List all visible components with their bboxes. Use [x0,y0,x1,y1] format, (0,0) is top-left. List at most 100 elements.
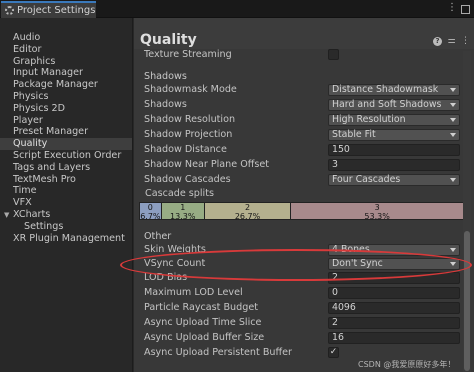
shadow-near-plane-offset-field[interactable]: 3 [328,159,460,171]
cascade-segment-percent: 53.3% [364,211,390,221]
particle-raycast-budget-row: Particle Raycast Budget 4096 [134,301,474,315]
sidebar-item-input-manager[interactable]: Input Manager [0,67,132,79]
async-upload-persistent-buffer-label: Async Upload Persistent Buffer [144,347,292,358]
more-options-icon[interactable]: ⋮ [461,37,470,46]
shadow-distance-field[interactable]: 150 [328,144,460,156]
chevron-down-icon[interactable]: ▼ [4,210,13,222]
sidebar-item-physics[interactable]: Physics [0,91,132,103]
shadows-label: Shadows [144,99,187,110]
texture-streaming-checkbox[interactable] [328,49,339,60]
particle-raycast-budget-field[interactable]: 4096 [328,302,460,314]
other-section: Other [134,230,474,244]
shadowmask-mode-row: Shadowmask Mode Distance Shadowmask [134,83,474,97]
shadow-resolution-dropdown[interactable]: High Resolution [328,114,460,126]
shadow-resolution-row: Shadow Resolution High Resolution [134,113,474,127]
async-upload-persistent-buffer-checkbox[interactable]: ✓ [328,347,339,358]
shadow-projection-label: Shadow Projection [144,129,233,140]
sidebar-item-label: Package Manager [13,79,98,91]
shadow-cascades-label: Shadow Cascades [144,174,231,185]
sidebar-item-xr-plugin-management[interactable]: XR Plugin Management [0,233,132,245]
shadow-projection-row: Shadow Projection Stable Fit [134,128,474,142]
cascade-segment-3[interactable]: 3 53.3% [291,203,464,221]
cascade-splits-bar[interactable]: 0 6.7% 1 13.3% 2 26.7% 3 53.3% [139,202,465,220]
project-settings-tab[interactable]: Project Settings [1,1,96,18]
tab-title: Project Settings [17,5,96,16]
sidebar-item-physics-2d[interactable]: Physics 2D [0,103,132,115]
window-menu-icon[interactable]: ⋮ [447,3,457,13]
maximum-lod-level-field[interactable]: 0 [328,287,460,299]
cascade-segment-0[interactable]: 0 6.7% [140,203,162,221]
sidebar-item-label: Tags and Layers [13,161,91,173]
dropdown-value: High Resolution [332,114,406,125]
scrollbar-thumb[interactable] [464,231,470,371]
dropdown-value: Four Cascades [332,174,401,185]
shadows-row: Shadows Hard and Soft Shadows [134,98,474,112]
async-upload-buffer-size-row: Async Upload Buffer Size 16 [134,331,474,345]
shadow-cascades-dropdown[interactable]: Four Cascades [328,174,460,186]
shadow-near-plane-offset-row: Shadow Near Plane Offset 3 [134,158,474,172]
sidebar-item-xcharts-settings[interactable]: Settings [0,221,132,233]
async-upload-time-slice-field[interactable]: 2 [328,317,460,329]
shadows-section: Shadows [134,70,474,84]
sidebar-item-preset-manager[interactable]: Preset Manager [0,126,132,138]
sidebar-item-label: Audio [13,32,41,43]
shadow-projection-dropdown[interactable]: Stable Fit [328,129,460,141]
cascade-splits-label: Cascade splits [145,188,214,199]
panel-header: Quality ? ⚌ ⋮ [134,18,474,49]
dropdown-value: Hard and Soft Shadows [332,99,442,110]
sidebar-item-label: Physics 2D [13,102,66,114]
shadowmask-mode-dropdown[interactable]: Distance Shadowmask [328,84,460,96]
shadow-distance-row: Shadow Distance 150 [134,143,474,157]
other-header: Other [144,231,172,242]
cascade-segment-2[interactable]: 2 26.7% [204,203,292,220]
gear-icon [5,6,14,15]
title-bar: Project Settings ⋮ [0,0,474,18]
sidebar-item-textmesh-pro[interactable]: TextMesh Pro [0,174,132,186]
shadows-dropdown[interactable]: Hard and Soft Shadows [328,99,460,111]
async-upload-time-slice-row: Async Upload Time Slice 2 [134,316,474,330]
cascade-segment-percent: 6.7% [140,211,161,221]
texture-streaming-label: Texture Streaming [144,49,232,60]
cascade-splits-row: Cascade splits [134,187,474,201]
sidebar-item-quality[interactable]: Quality [0,138,132,150]
cascade-segment-percent: 13.3% [170,211,196,221]
dropdown-arrow-icon [450,88,456,92]
sidebar-item-label: Input Manager [13,67,83,79]
sidebar-item-tags-and-layers[interactable]: Tags and Layers [0,162,132,174]
sidebar-item-player[interactable]: Player [0,115,132,127]
shadow-resolution-label: Shadow Resolution [144,114,236,125]
cascade-segment-1[interactable]: 1 13.3% [161,203,205,221]
sidebar-item-label: TextMesh Pro [13,173,76,185]
dropdown-arrow-icon [450,118,456,122]
sidebar-item-vfx[interactable]: VFX [0,197,132,209]
dropdown-arrow-icon [450,133,456,137]
sidebar-item-label: Physics [13,90,49,102]
sidebar-item-audio[interactable]: Audio [0,32,132,44]
sidebar-item-xcharts[interactable]: ▼ XCharts [0,209,132,221]
preset-sliders-icon[interactable]: ⚌ [447,37,456,46]
panel-scrollbar[interactable] [463,51,471,372]
dropdown-arrow-icon [450,103,456,107]
async-upload-persistent-buffer-row: Async Upload Persistent Buffer ✓ [134,346,474,360]
sidebar-item-label: Time [13,185,37,197]
maximize-icon[interactable] [461,5,470,14]
sidebar-item-label: Player [13,114,43,126]
settings-panel: Quality ? ⚌ ⋮ Texture Streaming Shadows … [134,18,474,372]
sidebar-item-label: Preset Manager [13,126,89,138]
sidebar-item-label: XCharts [13,208,51,220]
settings-sidebar: Audio Editor Graphics Input Manager Pack… [0,18,133,372]
sidebar-item-time[interactable]: Time [0,185,132,197]
sidebar-item-editor[interactable]: Editor [0,44,132,56]
sidebar-item-package-manager[interactable]: Package Manager [0,79,132,91]
sidebar-item-graphics[interactable]: Graphics [0,56,132,68]
shadow-near-plane-offset-label: Shadow Near Plane Offset [144,159,270,170]
sidebar-item-label: Quality [13,138,48,150]
async-upload-buffer-size-field[interactable]: 16 [328,332,460,344]
sidebar-item-label: VFX [13,197,32,209]
sidebar-item-script-execution-order[interactable]: Script Execution Order [0,150,132,162]
sidebar-item-label: Script Execution Order [13,149,122,161]
particle-raycast-budget-label: Particle Raycast Budget [144,302,258,313]
help-icon[interactable]: ? [433,37,442,46]
shadow-distance-label: Shadow Distance [144,144,227,155]
async-upload-buffer-size-label: Async Upload Buffer Size [144,332,265,343]
